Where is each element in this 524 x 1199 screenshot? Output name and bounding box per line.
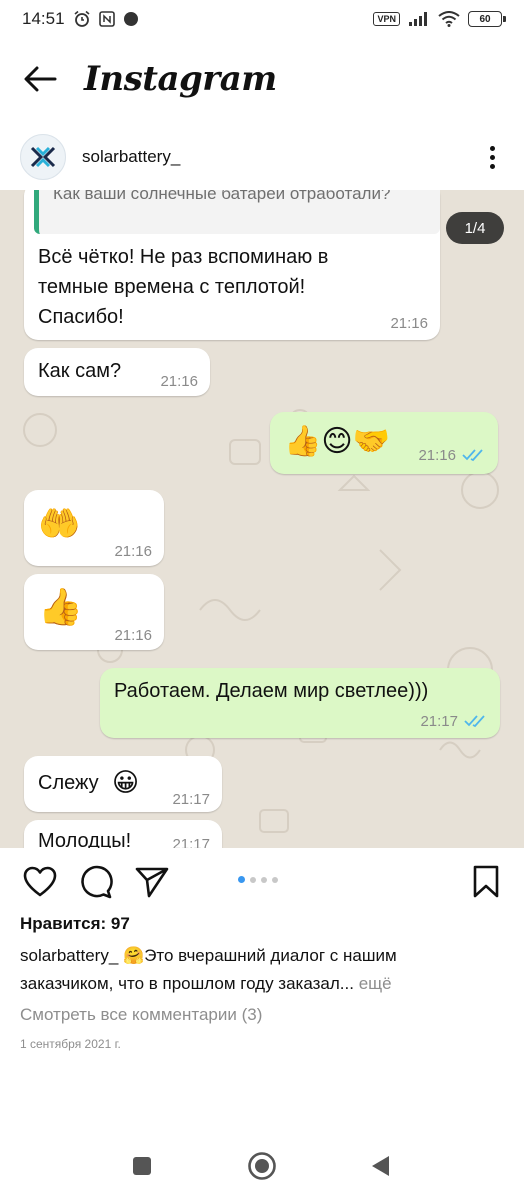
post-username[interactable]: solarbattery_ [82, 147, 180, 167]
system-back-button[interactable] [360, 1146, 400, 1186]
chat-message-incoming: Молодцы! 21:17 [24, 820, 222, 848]
square-icon [133, 1157, 151, 1175]
message-text: Как сам? [38, 360, 122, 382]
circle-icon [248, 1152, 276, 1180]
notification-dot-icon [123, 11, 139, 27]
triangle-back-icon [372, 1156, 389, 1176]
arrow-left-icon [24, 66, 57, 92]
message-emoji: 😀 [112, 767, 140, 797]
nfc-icon [98, 11, 115, 27]
read-ticks-icon [462, 449, 483, 462]
comment-icon [81, 865, 113, 899]
alarm-icon [73, 10, 91, 28]
heart-icon [23, 866, 57, 897]
post-caption: solarbattery_ 🤗Это вчерашний диалог с на… [20, 942, 490, 998]
message-text: Работаем. Делаем мир светлее))) [114, 680, 429, 702]
caption-emoji: 🤗 [123, 946, 145, 965]
image-counter-badge: 1/4 [446, 212, 504, 244]
instagram-logo: Instagram [84, 59, 277, 99]
view-comments-link[interactable]: Смотреть все комментарии (3) [20, 1005, 262, 1025]
signal-icon [408, 11, 430, 27]
avatar[interactable] [20, 134, 66, 180]
message-time: 21:16 [160, 373, 198, 390]
pager-dot [250, 876, 256, 883]
message-text: Молодцы! [38, 830, 132, 848]
message-time: 21:16 [114, 627, 152, 644]
battery-level: 60 [479, 13, 491, 25]
chat-message-incoming: Слежу 😀 21:17 [24, 756, 222, 812]
more-options-button[interactable] [480, 137, 504, 177]
message-time: 21:17 [420, 713, 458, 730]
app-header: Instagram [0, 44, 524, 114]
home-button[interactable] [242, 1146, 282, 1186]
chat-message-incoming: 🤲 21:16 [24, 490, 164, 566]
message-time: 21:16 [418, 447, 456, 464]
message-line: Всё чётко! Не раз вспоминаю в [38, 246, 329, 268]
caption-more-link[interactable]: ещё [359, 974, 392, 993]
message-time: 21:17 [172, 791, 210, 808]
save-button[interactable] [466, 862, 506, 902]
chat-message-incoming: Как сам? 21:16 [24, 348, 210, 396]
message-emoji: 👍 [38, 586, 83, 627]
carousel-pager [238, 876, 278, 883]
post-action-bar [0, 856, 524, 908]
pager-dot-active [238, 876, 245, 883]
share-button[interactable] [132, 862, 172, 902]
status-bar: 14:51 VPN 60 [0, 0, 524, 38]
quoted-message: Как ваши солнечные батареи отработали? [34, 190, 440, 234]
chat-message-incoming: 👍 21:16 [24, 574, 164, 650]
back-button[interactable] [20, 59, 60, 99]
pager-dot [261, 876, 267, 883]
recent-apps-button[interactable] [122, 1146, 162, 1186]
message-time: 21:16 [390, 315, 428, 332]
message-time: 21:16 [114, 543, 152, 560]
system-nav-bar [0, 1140, 524, 1190]
quoted-message-text: Как ваши солнечные батареи отработали? [53, 190, 391, 203]
wifi-icon [438, 11, 460, 27]
message-time: 21:17 [172, 836, 210, 848]
chat-message-incoming: Как ваши солнечные батареи отработали? В… [24, 190, 440, 340]
like-button[interactable] [20, 862, 60, 902]
post-header: solarbattery_ [0, 128, 524, 186]
read-ticks-icon [464, 715, 485, 728]
message-line: темные времена с теплотой! [38, 276, 306, 298]
more-vertical-icon [489, 145, 495, 151]
chat-message-outgoing: Работаем. Делаем мир светлее))) 21:17 [100, 668, 500, 738]
likes-count[interactable]: Нравится: 97 [20, 914, 130, 934]
solar-logo-icon [30, 146, 56, 168]
message-line: Спасибо! [38, 306, 124, 328]
pager-dot [272, 876, 278, 883]
message-emoji: 👍😊🤝 [284, 425, 390, 458]
chat-message-outgoing: 👍😊🤝 21:16 [270, 412, 498, 474]
post-date: 1 сентября 2021 г. [20, 1037, 121, 1051]
status-time: 14:51 [22, 9, 65, 28]
send-icon [135, 867, 169, 898]
comment-button[interactable] [76, 862, 116, 902]
battery-icon: 60 [468, 11, 506, 27]
message-text: Слежу [38, 772, 99, 794]
bookmark-icon [473, 865, 499, 898]
post-image[interactable]: Как ваши солнечные батареи отработали? В… [0, 190, 524, 848]
caption-username[interactable]: solarbattery_ [20, 946, 118, 965]
vpn-badge: VPN [373, 12, 400, 26]
message-emoji: 🤲 [38, 505, 81, 543]
